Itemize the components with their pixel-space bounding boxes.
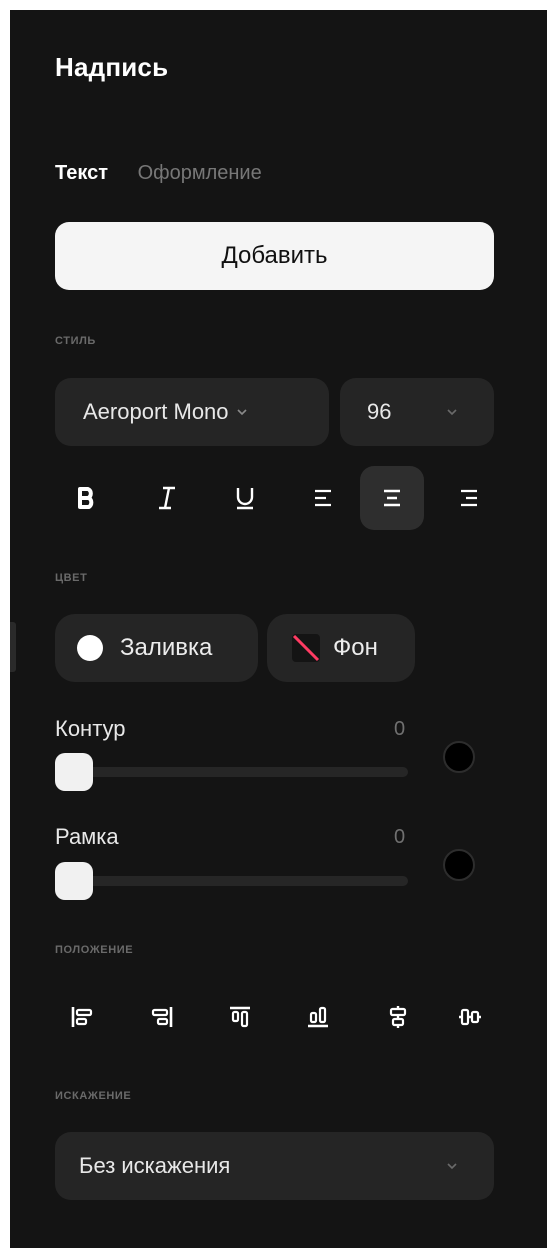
tab-design[interactable]: Оформление [138,162,262,185]
background-color-label: Фон [333,634,378,661]
align-bottom-edge-icon [308,1006,328,1028]
tab-text[interactable]: Текст [55,162,108,185]
panel-title: Надпись [55,52,169,82]
align-right-button[interactable] [437,466,501,530]
align-center-icon [384,489,400,507]
panel-resize-handle[interactable] [10,622,16,672]
chevron-down-icon [447,1163,457,1170]
italic-button[interactable] [135,466,199,530]
format-toolbar [55,466,515,530]
underline-icon [236,488,254,510]
font-family-select[interactable]: Aeroport Mono [55,378,329,446]
outline-slider-thumb[interactable] [55,753,93,791]
align-bottom-edge-button[interactable] [291,990,345,1044]
font-size-value: 96 [367,399,392,424]
frame-slider-thumb[interactable] [55,862,93,900]
underline-button[interactable] [213,466,277,530]
outline-label: Контур [55,716,126,741]
align-vertical-center-icon [459,1008,481,1026]
position-section-label: положение [55,944,134,956]
font-family-value: Aeroport Mono [83,399,229,424]
align-right-edge-button[interactable] [135,990,189,1044]
no-color-icon [292,634,320,662]
color-section-label: цвет [55,572,88,584]
frame-value: 0 [394,826,406,848]
align-right-icon [461,489,477,507]
frame-label: Рамка [55,824,119,849]
align-top-edge-icon [230,1006,250,1028]
outline-slider-track[interactable] [55,767,408,777]
align-horizontal-center-button[interactable] [371,990,425,1044]
outline-color-swatch[interactable] [443,741,475,773]
distortion-value: Без искажения [79,1153,231,1178]
align-right-edge-icon [151,1007,173,1027]
align-horizontal-center-icon [389,1006,407,1028]
style-section-label: стиль [55,335,96,347]
bold-icon [78,487,94,509]
tab-bar: Текст Оформление [55,162,286,185]
align-left-edge-button[interactable] [55,990,109,1044]
align-left-icon [315,489,331,507]
outline-value: 0 [394,718,406,740]
align-left-edge-icon [71,1007,93,1027]
frame-slider-track[interactable] [55,876,408,886]
align-center-button[interactable] [360,466,424,530]
chevron-down-icon [236,409,247,416]
fill-color-swatch [77,635,103,661]
distortion-section-label: искажение [55,1090,132,1102]
position-toolbar [55,990,515,1050]
fill-color-label: Заливка [120,634,213,661]
align-vertical-center-button[interactable] [443,990,497,1044]
italic-icon [159,486,175,510]
fill-color-button[interactable]: Заливка [55,614,258,682]
distortion-select[interactable]: Без искажения [55,1132,494,1200]
text-settings-panel: Надпись Текст Оформление Добавить стиль … [10,10,547,1248]
bold-button[interactable] [55,466,119,530]
background-color-button[interactable]: Фон [267,614,415,682]
align-top-edge-button[interactable] [213,990,267,1044]
align-left-button[interactable] [291,466,355,530]
frame-color-swatch[interactable] [443,849,475,881]
add-button[interactable]: Добавить [55,222,494,290]
font-size-select[interactable]: 96 [340,378,494,446]
chevron-down-icon [447,409,457,416]
